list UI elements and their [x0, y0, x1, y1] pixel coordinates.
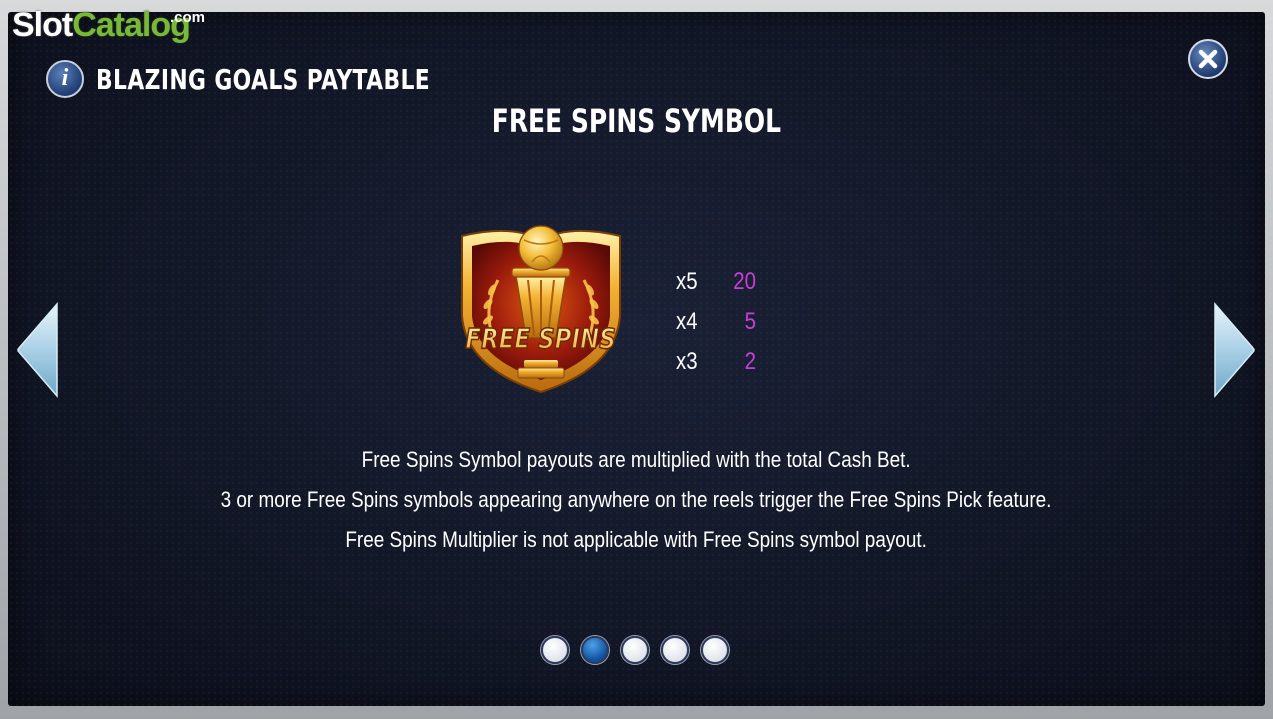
- arrow-left-icon: [17, 302, 58, 398]
- symbol-label: FREE SPINS: [465, 323, 615, 356]
- description-line: 3 or more Free Spins symbols appearing a…: [0, 480, 1273, 520]
- page-dot-1[interactable]: [541, 636, 569, 664]
- section-title-text: FREE SPINS SYMBOL: [491, 102, 782, 140]
- pay-value: 20: [733, 268, 756, 295]
- page-dot-5[interactable]: [701, 636, 729, 664]
- next-page-button[interactable]: [1213, 302, 1255, 398]
- previous-page-button[interactable]: [17, 302, 59, 398]
- description-text: Free Spins Multiplier is not applicable …: [345, 527, 928, 552]
- pay-count: x5: [676, 268, 698, 295]
- page-title: BLAZING GOALS PAYTABLE: [96, 63, 431, 96]
- description-text: Free Spins Symbol payouts are multiplied…: [362, 447, 911, 472]
- close-icon: [1198, 49, 1218, 69]
- page-dot-4[interactable]: [661, 636, 689, 664]
- pay-count: x3: [676, 348, 698, 375]
- description: Free Spins Symbol payouts are multiplied…: [0, 440, 1273, 560]
- description-line: Free Spins Symbol payouts are multiplied…: [0, 440, 1273, 480]
- close-button[interactable]: [1188, 39, 1228, 79]
- brand-slot: Slot: [12, 6, 73, 44]
- description-text: 3 or more Free Spins symbols appearing a…: [221, 487, 1052, 512]
- arrow-right-icon: [1214, 302, 1255, 398]
- page-dot-2[interactable]: [581, 636, 609, 664]
- pay-row: x5 20: [676, 262, 756, 302]
- pay-row: x4 5: [676, 302, 756, 342]
- pay-row: x3 2: [676, 342, 756, 382]
- page-dot-3[interactable]: [621, 636, 649, 664]
- page-indicator: [541, 636, 729, 664]
- pay-value: 2: [744, 348, 756, 375]
- description-line: Free Spins Multiplier is not applicable …: [0, 520, 1273, 560]
- free-spins-trophy-badge-icon: FREE SPINS: [461, 225, 621, 394]
- brand-com: .com: [170, 9, 206, 26]
- slotcatalog-watermark: SlotCatalog .com: [12, 6, 205, 44]
- paytable-values: x5 20 x4 5 x3 2: [676, 262, 756, 382]
- pay-count: x4: [676, 308, 698, 335]
- pay-value: 5: [744, 308, 756, 335]
- info-icon: i: [46, 60, 84, 98]
- section-title: FREE SPINS SYMBOL: [0, 102, 1273, 140]
